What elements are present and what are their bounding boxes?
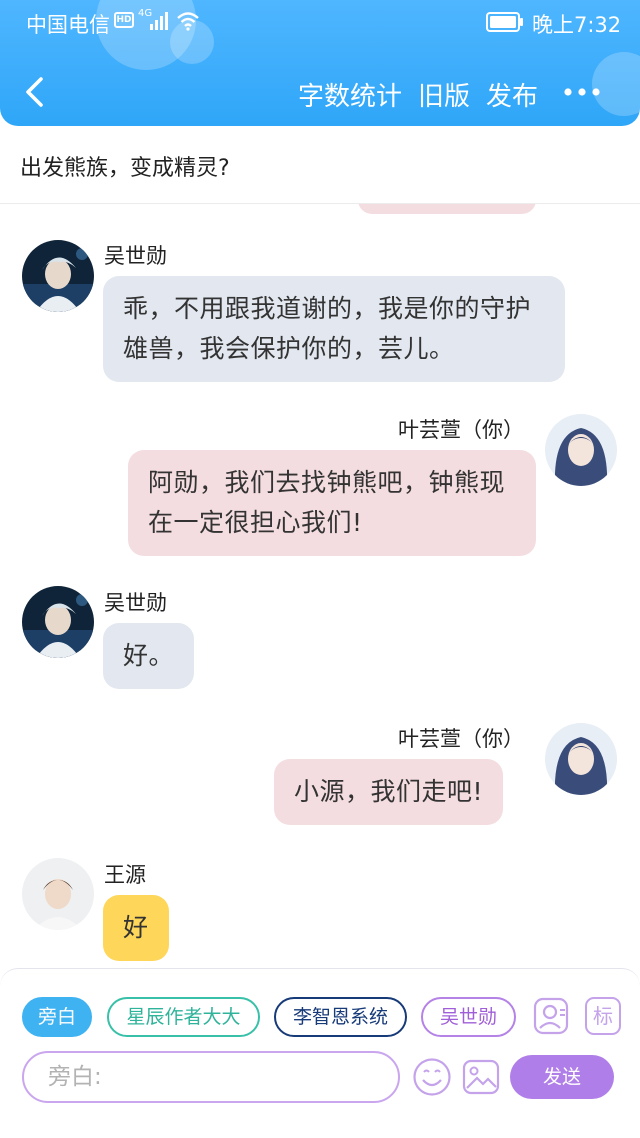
carrier-label: 中国电信 bbox=[26, 13, 110, 37]
story-title: 出发熊族，变成精灵? bbox=[20, 156, 230, 181]
nav-actions: 字数统计 旧版 发布 bbox=[0, 76, 640, 112]
more-icon[interactable] bbox=[562, 84, 602, 100]
role-chip-author[interactable]: 星辰作者大大 bbox=[107, 997, 260, 1037]
sender-name: 叶芸萱（你） bbox=[398, 727, 524, 751]
sender-name: 王源 bbox=[104, 863, 146, 887]
message-bubble: 乖，不用跟我道谢的，我是你的守护雄兽，我会保护你的，芸儿。 bbox=[103, 276, 565, 382]
avatar-wu-shixun[interactable] bbox=[22, 240, 94, 312]
add-role-icon[interactable] bbox=[533, 997, 569, 1035]
role-chip-wu-shixun[interactable]: 吴世勋 bbox=[421, 997, 516, 1037]
message-input[interactable]: 旁白: bbox=[22, 1051, 400, 1103]
image-icon[interactable] bbox=[461, 1057, 501, 1097]
avatar-wang-yuan[interactable] bbox=[22, 858, 94, 930]
tag-icon[interactable]: 标 bbox=[585, 997, 621, 1035]
composer-panel: 旁白 星辰作者大大 李智恩系统 吴世勋 标 旁白: 发送 bbox=[0, 968, 640, 1138]
signal-icon bbox=[150, 12, 168, 30]
hd-badge: HD bbox=[114, 12, 134, 28]
wifi-icon bbox=[177, 12, 199, 31]
message-bubble: 好 bbox=[103, 895, 169, 961]
avatar-wu-shixun[interactable] bbox=[22, 586, 94, 658]
partial-message-bubble bbox=[358, 204, 536, 214]
status-bar: 中国电信 HD 4G 晚上7:32 bbox=[0, 0, 640, 44]
story-title-bar: 出发熊族，变成精灵? bbox=[0, 126, 640, 204]
role-chip-narrator[interactable]: 旁白 bbox=[22, 997, 92, 1037]
sender-name: 叶芸萱（你） bbox=[398, 418, 524, 442]
message-bubble: 阿勋，我们去找钟熊吧，钟熊现在一定很担心我们! bbox=[128, 450, 536, 556]
send-button[interactable]: 发送 bbox=[510, 1055, 614, 1099]
chat-area[interactable]: 吴世勋 乖，不用跟我道谢的，我是你的守护雄兽，我会保护你的，芸儿。 叶芸萱（你）… bbox=[0, 204, 640, 968]
avatar-ye-yunxuan[interactable] bbox=[545, 723, 617, 795]
word-count-button[interactable]: 字数统计 bbox=[298, 76, 402, 113]
emoji-icon[interactable] bbox=[412, 1057, 452, 1097]
battery-icon bbox=[486, 12, 523, 32]
sender-name: 吴世勋 bbox=[104, 244, 167, 268]
clock: 晚上7:32 bbox=[532, 13, 622, 37]
top-bar: 中国电信 HD 4G 晚上7:32 字数统计 旧版 发布 bbox=[0, 0, 640, 126]
message-bubble: 小源，我们走吧! bbox=[274, 759, 504, 825]
role-chip-system[interactable]: 李智恩系统 bbox=[274, 997, 407, 1037]
old-version-button[interactable]: 旧版 bbox=[418, 76, 470, 113]
publish-button[interactable]: 发布 bbox=[486, 76, 538, 113]
message-bubble: 好。 bbox=[103, 623, 195, 689]
avatar-ye-yunxuan[interactable] bbox=[545, 414, 617, 486]
sender-name: 吴世勋 bbox=[104, 591, 167, 615]
